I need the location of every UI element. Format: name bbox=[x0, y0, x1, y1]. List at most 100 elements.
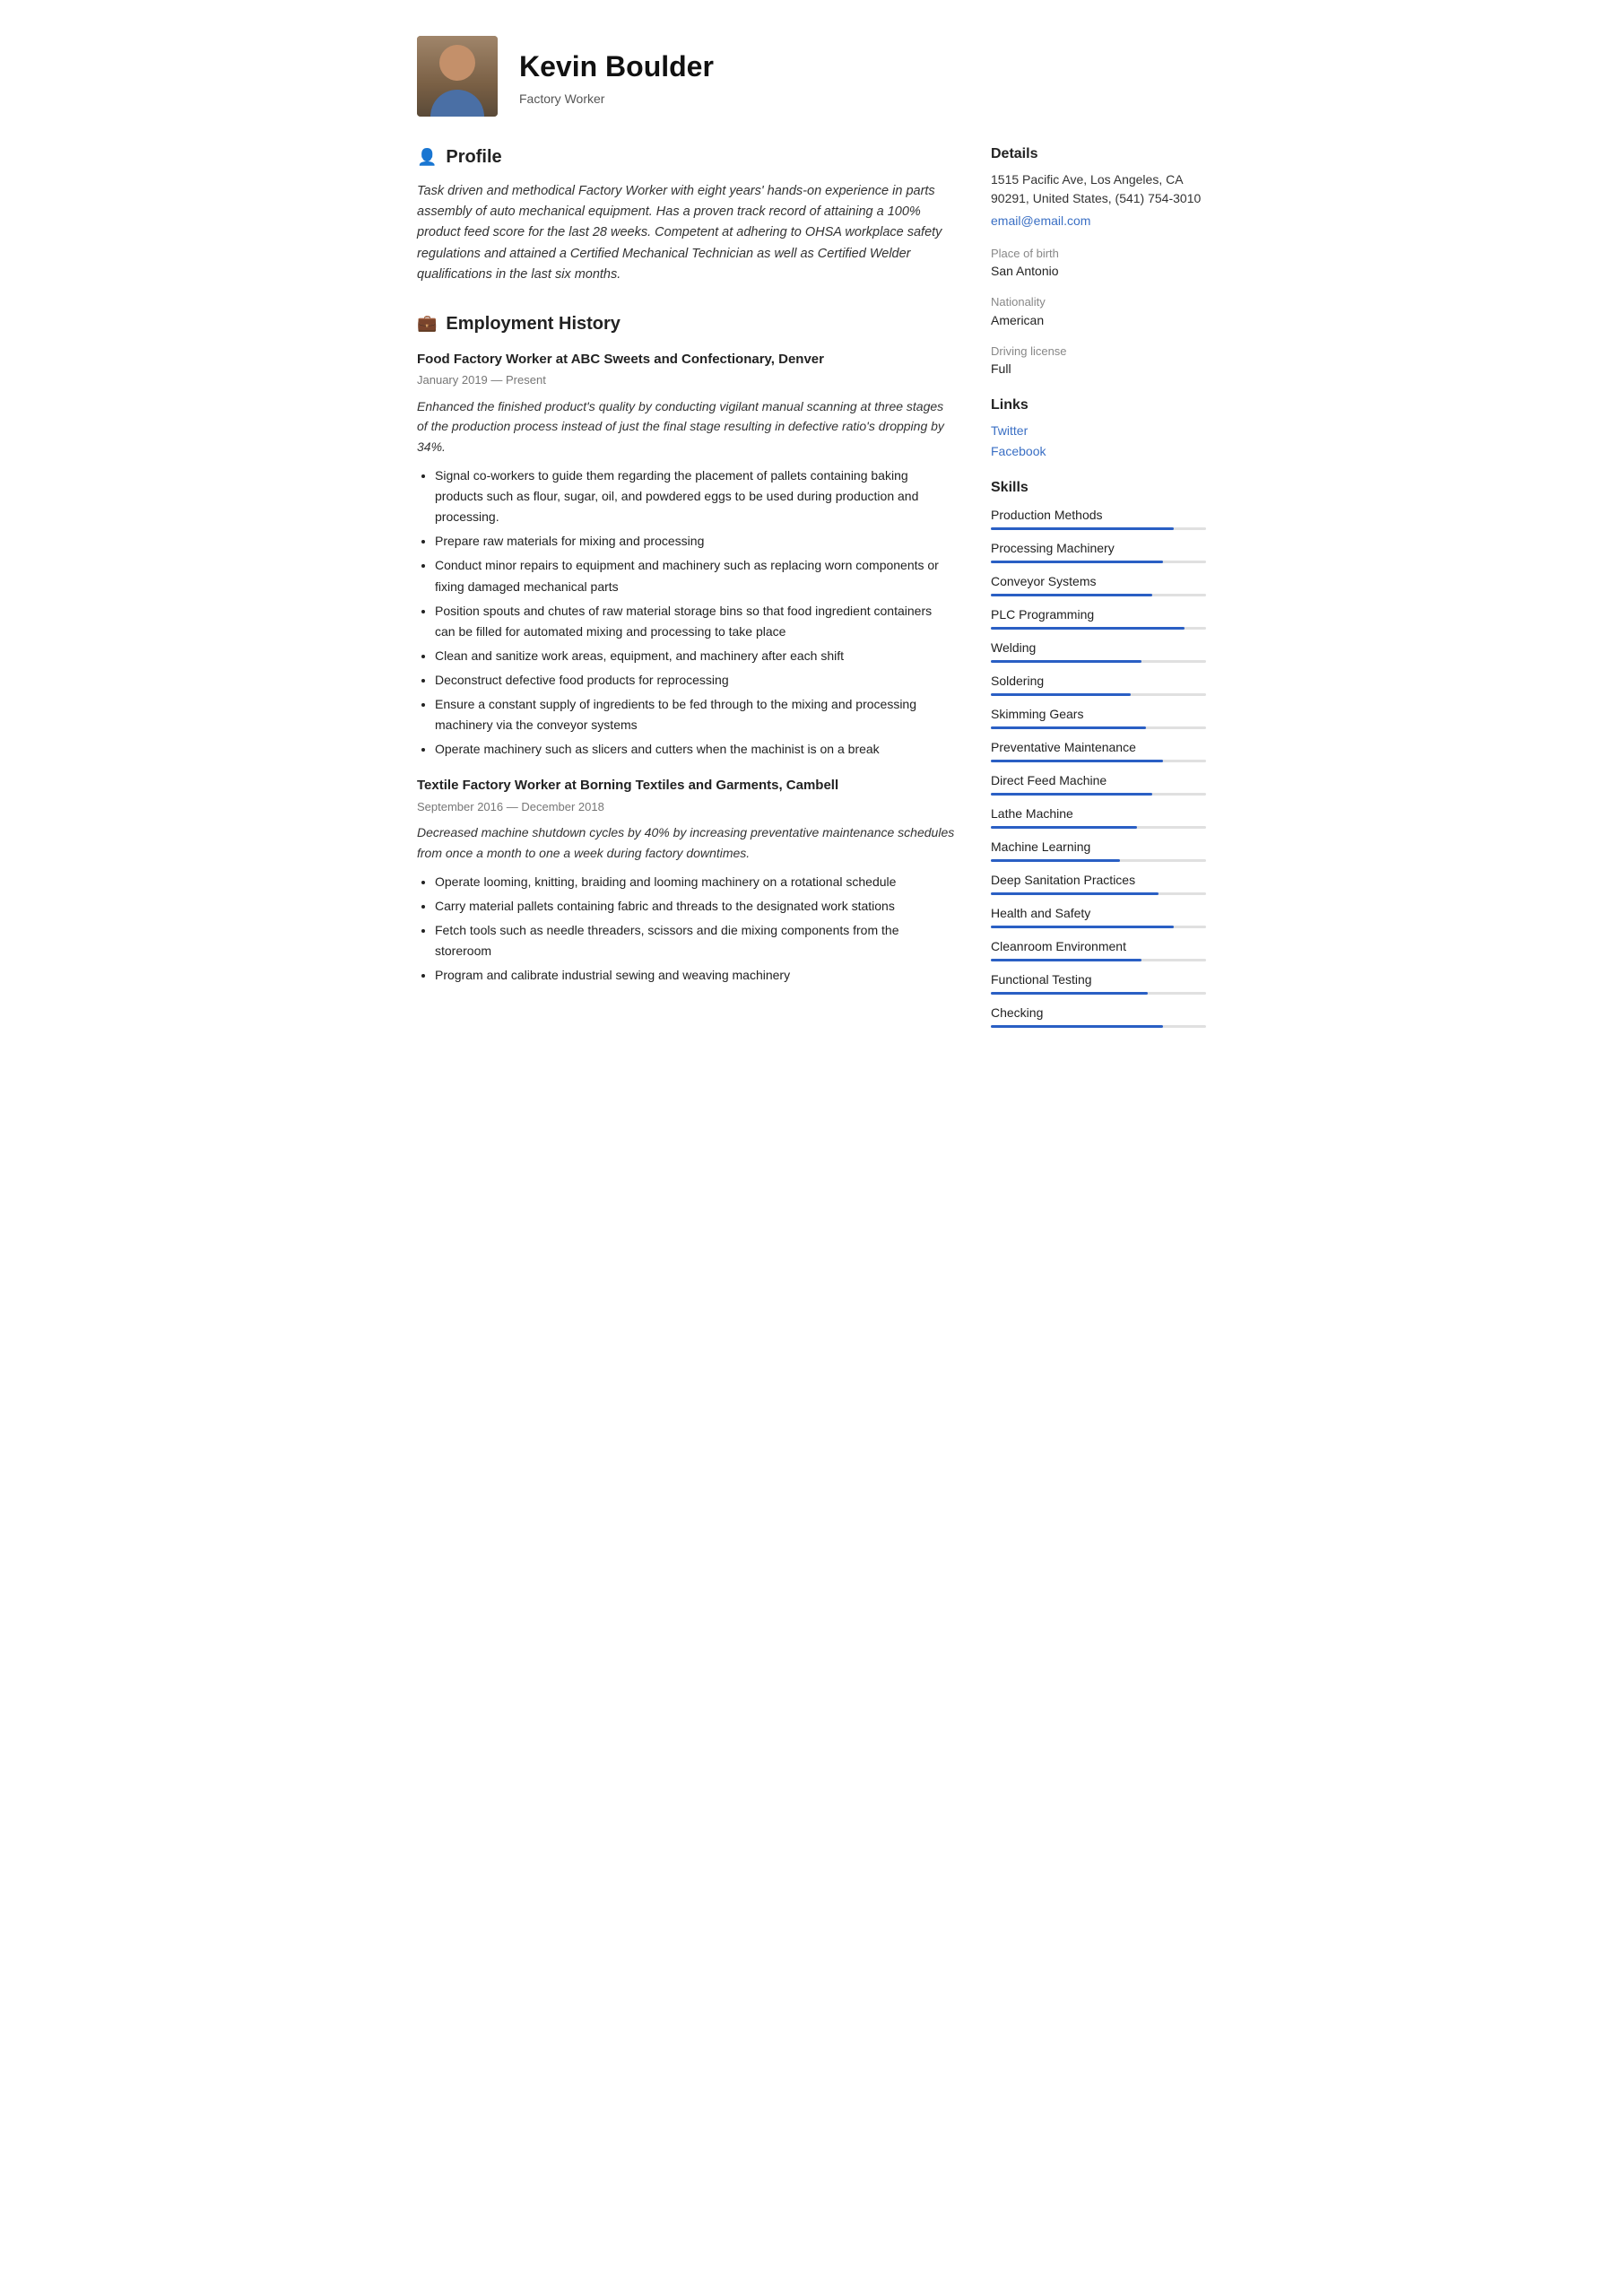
skill-name: Health and Safety bbox=[991, 904, 1206, 923]
skill-name: Production Methods bbox=[991, 506, 1206, 525]
skill-name: Functional Testing bbox=[991, 970, 1206, 989]
skills-container: Production MethodsProcessing MachineryCo… bbox=[991, 506, 1206, 1028]
skill-item: PLC Programming bbox=[991, 605, 1206, 630]
skill-bar-bg bbox=[991, 760, 1206, 762]
skill-name: Soldering bbox=[991, 672, 1206, 691]
nationality-value: American bbox=[991, 311, 1206, 330]
nationality-label: Nationality bbox=[991, 293, 1206, 311]
profile-section-title: 👤 Profile bbox=[417, 144, 955, 170]
skill-bar-bg bbox=[991, 959, 1206, 961]
job-2: Textile Factory Worker at Borning Textil… bbox=[417, 776, 955, 986]
job-1-date: January 2019 — Present bbox=[417, 371, 955, 389]
page: Kevin Boulder Factory Worker 👤 Profile T… bbox=[381, 0, 1242, 1073]
skill-item: Deep Sanitation Practices bbox=[991, 871, 1206, 895]
skill-bar-fill bbox=[991, 793, 1152, 796]
job-2-title: Textile Factory Worker at Borning Textil… bbox=[417, 776, 955, 796]
place-of-birth-group: Place of birth San Antonio bbox=[991, 245, 1206, 282]
skill-bar-bg bbox=[991, 793, 1206, 796]
skill-item: Processing Machinery bbox=[991, 539, 1206, 563]
skill-bar-bg bbox=[991, 926, 1206, 928]
skill-item: Lathe Machine bbox=[991, 804, 1206, 829]
list-item: Operate machinery such as slicers and cu… bbox=[435, 739, 955, 760]
right-column: Details 1515 Pacific Ave, Los Angeles, C… bbox=[991, 144, 1206, 1037]
skill-item: Machine Learning bbox=[991, 838, 1206, 862]
job-2-desc: Decreased machine shutdown cycles by 40%… bbox=[417, 822, 955, 863]
skill-bar-bg bbox=[991, 594, 1206, 596]
employment-title-text: Employment History bbox=[446, 310, 620, 337]
skill-name: Cleanroom Environment bbox=[991, 937, 1206, 956]
driving-value: Full bbox=[991, 360, 1206, 378]
skill-name: Processing Machinery bbox=[991, 539, 1206, 558]
skill-name: Direct Feed Machine bbox=[991, 771, 1206, 790]
header-info: Kevin Boulder Factory Worker bbox=[519, 45, 714, 109]
skill-name: Preventative Maintenance bbox=[991, 738, 1206, 757]
skill-name: PLC Programming bbox=[991, 605, 1206, 624]
skill-item: Soldering bbox=[991, 672, 1206, 696]
links-title: Links bbox=[991, 395, 1206, 416]
avatar-body bbox=[430, 90, 484, 117]
skill-bar-fill bbox=[991, 527, 1174, 530]
skill-bar-fill bbox=[991, 660, 1141, 663]
avatar-face bbox=[439, 45, 475, 81]
skill-bar-bg bbox=[991, 527, 1206, 530]
list-item: Operate looming, knitting, braiding and … bbox=[435, 872, 955, 892]
link-twitter[interactable]: Twitter bbox=[991, 422, 1206, 440]
skill-bar-fill bbox=[991, 760, 1163, 762]
skill-bar-fill bbox=[991, 992, 1148, 995]
skill-name: Checking bbox=[991, 1004, 1206, 1022]
details-title: Details bbox=[991, 144, 1206, 165]
list-item: Signal co-workers to guide them regardin… bbox=[435, 465, 955, 527]
skill-bar-fill bbox=[991, 726, 1146, 729]
details-address: 1515 Pacific Ave, Los Angeles, CA 90291,… bbox=[991, 170, 1206, 208]
skill-name: Skimming Gears bbox=[991, 705, 1206, 724]
list-item: Conduct minor repairs to equipment and m… bbox=[435, 555, 955, 596]
skill-bar-fill bbox=[991, 693, 1131, 696]
skill-item: Direct Feed Machine bbox=[991, 771, 1206, 796]
place-of-birth-label: Place of birth bbox=[991, 245, 1206, 263]
left-column: 👤 Profile Task driven and methodical Fac… bbox=[417, 144, 955, 1037]
skill-item: Preventative Maintenance bbox=[991, 738, 1206, 762]
skill-bar-bg bbox=[991, 660, 1206, 663]
skill-bar-fill bbox=[991, 892, 1159, 895]
list-item: Ensure a constant supply of ingredients … bbox=[435, 694, 955, 735]
skill-bar-bg bbox=[991, 892, 1206, 895]
list-item: Prepare raw materials for mixing and pro… bbox=[435, 531, 955, 552]
skill-bar-bg bbox=[991, 826, 1206, 829]
skill-name: Deep Sanitation Practices bbox=[991, 871, 1206, 890]
profile-title-text: Profile bbox=[446, 144, 501, 170]
skill-item: Production Methods bbox=[991, 506, 1206, 530]
skill-bar-fill bbox=[991, 1025, 1163, 1028]
skill-bar-bg bbox=[991, 992, 1206, 995]
skill-item: Health and Safety bbox=[991, 904, 1206, 928]
list-item: Program and calibrate industrial sewing … bbox=[435, 965, 955, 986]
profile-icon: 👤 bbox=[417, 145, 437, 170]
list-item: Position spouts and chutes of raw materi… bbox=[435, 601, 955, 642]
skill-item: Cleanroom Environment bbox=[991, 937, 1206, 961]
details-email[interactable]: email@email.com bbox=[991, 213, 1090, 228]
skill-name: Lathe Machine bbox=[991, 804, 1206, 823]
profile-text: Task driven and methodical Factory Worke… bbox=[417, 181, 955, 285]
candidate-subtitle: Factory Worker bbox=[519, 90, 714, 109]
skill-bar-fill bbox=[991, 926, 1174, 928]
skill-name: Machine Learning bbox=[991, 838, 1206, 857]
avatar-image bbox=[417, 36, 498, 117]
list-item: Deconstruct defective food products for … bbox=[435, 670, 955, 691]
list-item: Clean and sanitize work areas, equipment… bbox=[435, 646, 955, 666]
place-of-birth-value: San Antonio bbox=[991, 262, 1206, 281]
skill-bar-bg bbox=[991, 1025, 1206, 1028]
job-1-desc: Enhanced the finished product's quality … bbox=[417, 396, 955, 457]
skill-bar-fill bbox=[991, 594, 1152, 596]
job-1-bullets: Signal co-workers to guide them regardin… bbox=[417, 465, 955, 760]
list-item: Carry material pallets containing fabric… bbox=[435, 896, 955, 917]
skill-bar-bg bbox=[991, 693, 1206, 696]
skill-bar-fill bbox=[991, 826, 1137, 829]
skill-bar-fill bbox=[991, 627, 1185, 630]
skill-bar-bg bbox=[991, 859, 1206, 862]
candidate-name: Kevin Boulder bbox=[519, 45, 714, 88]
job-2-date: September 2016 — December 2018 bbox=[417, 798, 955, 816]
nationality-group: Nationality American bbox=[991, 293, 1206, 330]
skill-item: Skimming Gears bbox=[991, 705, 1206, 729]
link-facebook[interactable]: Facebook bbox=[991, 442, 1206, 461]
skill-item: Functional Testing bbox=[991, 970, 1206, 995]
skill-name: Welding bbox=[991, 639, 1206, 657]
